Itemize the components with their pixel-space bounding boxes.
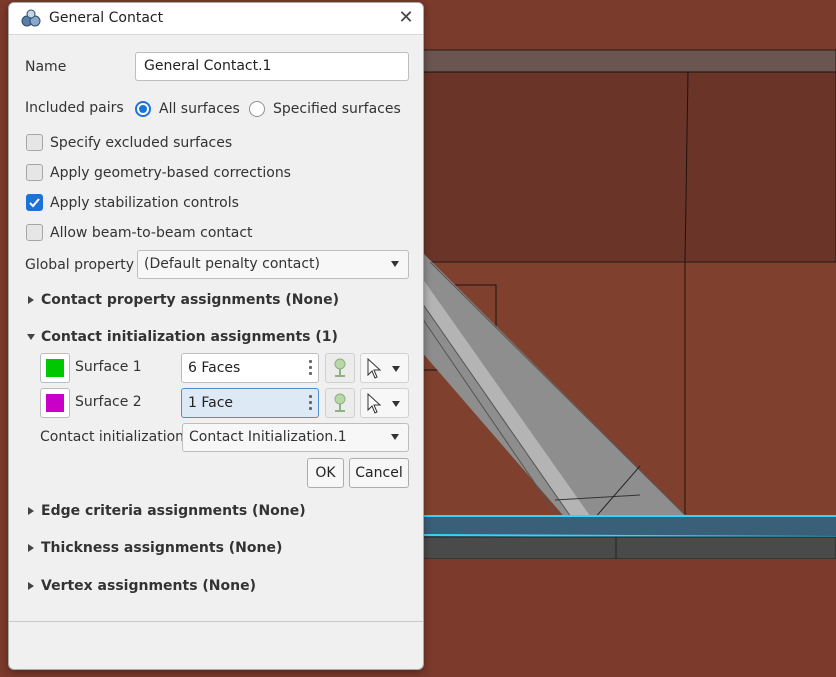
contact-initialization-select[interactable]: Contact Initialization.1 [182,423,409,452]
all-surfaces-radio[interactable] [135,101,151,117]
chevron-down-icon [392,401,400,407]
dialog-titlebar[interactable]: General Contact ✕ [9,3,423,35]
cursor-icon [367,392,382,414]
all-surfaces-label: All surfaces [159,101,240,117]
allow-beam-to-beam-label: Allow beam-to-beam contact [50,225,253,241]
dialog-title: General Contact [49,10,164,26]
surface2-color-swatch [46,394,64,412]
edge-criteria-section[interactable]: Edge criteria assignments (None) [41,503,306,519]
surface2-field[interactable]: 1 Face [181,388,319,418]
contact-property-section[interactable]: Contact property assignments (None) [41,292,339,308]
surface2-select-mode-dropdown[interactable] [360,388,409,418]
surface1-highlight-button[interactable] [325,353,355,383]
apply-stabilization-controls-checkbox[interactable] [26,194,43,211]
contact-initialization-value: Contact Initialization.1 [189,429,347,445]
expand-arrow-icon[interactable] [28,544,34,552]
footer-divider [9,621,423,622]
surface1-color-button[interactable] [40,353,70,383]
contact-icon [21,9,41,27]
surface1-value: 6 Faces [188,360,241,376]
specify-excluded-surfaces-label: Specify excluded surfaces [50,135,233,151]
general-contact-dialog: General Contact ✕ Name General Contact.1… [8,2,424,670]
global-property-value: (Default penalty contact) [144,256,320,272]
checkmark-icon [29,198,40,208]
specify-excluded-surfaces-checkbox[interactable] [26,134,43,151]
name-label: Name [25,59,67,75]
specified-surfaces-label: Specified surfaces [273,101,401,117]
vertex-section[interactable]: Vertex assignments (None) [41,578,256,594]
ok-button[interactable]: OK [307,458,344,488]
thickness-section[interactable]: Thickness assignments (None) [41,540,282,556]
contact-init-section[interactable]: Contact initialization assignments (1) [41,329,338,345]
chevron-down-icon [391,261,399,267]
pin-icon [334,393,346,412]
chevron-down-icon [392,366,400,372]
surface1-label: Surface 1 [75,359,142,375]
contact-initialization-label: Contact initialization [40,429,185,445]
expand-arrow-icon[interactable] [28,507,34,515]
global-property-label: Global property [25,257,135,273]
apply-geometry-corrections-label: Apply geometry-based corrections [50,165,291,181]
cursor-icon [367,357,382,379]
expand-arrow-icon[interactable] [28,582,34,590]
cancel-button[interactable]: Cancel [349,458,409,488]
collapse-arrow-icon[interactable] [27,334,35,340]
surface2-color-button[interactable] [40,388,70,418]
surface1-field[interactable]: 6 Faces [181,353,319,383]
name-input[interactable]: General Contact.1 [135,52,409,81]
expand-arrow-icon[interactable] [28,296,34,304]
surface2-label: Surface 2 [75,394,142,410]
specified-surfaces-radio[interactable] [249,101,265,117]
apply-stabilization-controls-label: Apply stabilization controls [50,195,239,211]
allow-beam-to-beam-checkbox[interactable] [26,224,43,241]
close-icon[interactable]: ✕ [395,7,417,29]
surface1-color-swatch [46,359,64,377]
pin-icon [334,358,346,377]
surface2-value: 1 Face [188,395,234,411]
global-property-select[interactable]: (Default penalty contact) [137,250,409,279]
chevron-down-icon [391,434,399,440]
apply-geometry-corrections-checkbox[interactable] [26,164,43,181]
included-pairs-label: Included pairs [25,100,124,116]
more-options-icon[interactable] [309,395,312,413]
surface1-select-mode-dropdown[interactable] [360,353,409,383]
surface2-highlight-button[interactable] [325,388,355,418]
more-options-icon[interactable] [309,360,312,378]
